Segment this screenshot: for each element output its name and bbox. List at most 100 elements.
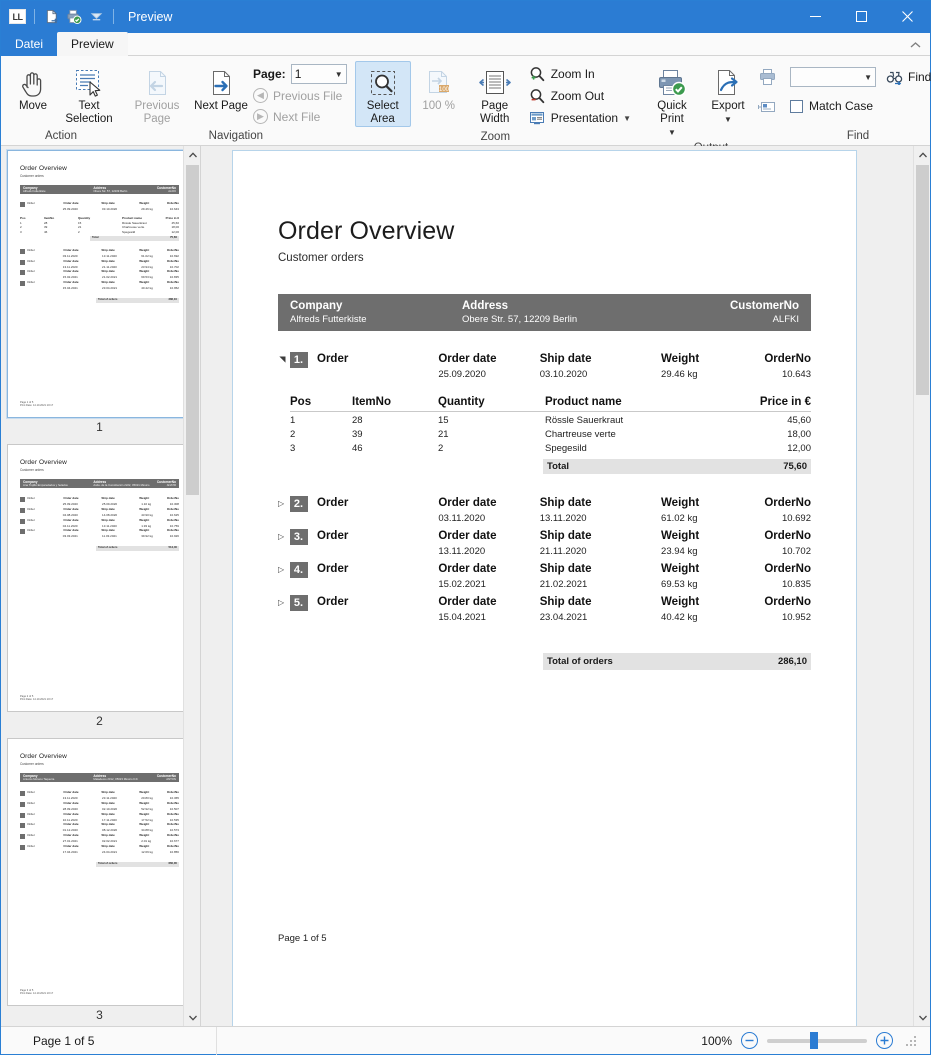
chevron-down-icon: ▼	[864, 72, 872, 82]
text-selection-button[interactable]: Text Selection	[61, 61, 117, 127]
zoom-slider[interactable]	[767, 1032, 867, 1049]
pos-header: Pos	[290, 396, 312, 408]
close-button[interactable]	[884, 1, 930, 32]
select-area-button[interactable]: Select Area	[354, 61, 411, 127]
chevron-down-icon[interactable]: ▼	[724, 113, 732, 126]
quick-access-toolbar: LL Preview	[1, 8, 172, 26]
scroll-down-icon[interactable]	[914, 1009, 930, 1026]
page-sheet[interactable]: Order Overview Customer orders Company A…	[232, 150, 857, 1026]
print-icon[interactable]	[756, 67, 778, 87]
page-width-button-label: Page Width	[479, 100, 510, 125]
next-page-button[interactable]: Next Page	[189, 61, 253, 114]
thumbnail-page-1[interactable]: Order Overview Customer orders Company Al…	[7, 150, 192, 418]
expand-triangle-icon[interactable]	[278, 496, 290, 508]
order-date-value: 25.09.2020	[438, 369, 486, 380]
find-button[interactable]: Find	[884, 66, 931, 88]
thumbnail-page-2[interactable]: Order Overview Customer orders Company An…	[7, 444, 192, 712]
ribbon-collapse-icon[interactable]	[906, 37, 924, 53]
ship-date-header: Ship date	[539, 563, 592, 575]
presentation-button[interactable]: Presentation ▼	[523, 107, 636, 129]
thumbnail-pane[interactable]: Order Overview Customer orders Company Al…	[1, 146, 201, 1026]
expand-triangle-icon[interactable]	[278, 562, 290, 574]
previous-page-icon	[142, 66, 172, 100]
thumbnail-item[interactable]: Order Overview Customer orders Company An…	[7, 444, 200, 728]
order-label: Order	[317, 596, 349, 608]
mini-order-values: 13.11.2020 23.11.2020 20.80 kg 10.365	[62, 796, 179, 801]
chevron-down-icon[interactable]: ▼	[668, 126, 676, 139]
preview-scrollbar-thumb[interactable]	[916, 165, 929, 395]
quick-print-button[interactable]: Quick Print ▼	[644, 61, 700, 140]
mini-order-badge	[20, 259, 26, 265]
order-date-header: Order date	[438, 497, 497, 509]
zoom-in-button[interactable]: Zoom In	[523, 63, 636, 85]
zoom-out-button[interactable]	[741, 1032, 758, 1049]
mini-address-value: Mataderos 2312, 05023 México D.F.	[93, 777, 139, 782]
tab-preview[interactable]: Preview	[57, 32, 128, 56]
page-number-combo[interactable]: 1 ▼	[290, 64, 347, 84]
zoom-out-button[interactable]: Zoom Out	[523, 85, 636, 107]
thumbnail-scrollbar[interactable]	[183, 146, 200, 1026]
mini-footer-date: Print Date: 14.10.2021 10:17	[20, 697, 54, 701]
find-input[interactable]: ▼	[790, 67, 876, 87]
order-label-cell: Order	[317, 562, 438, 577]
itemno-value: 28	[352, 415, 363, 426]
page-width-button[interactable]: Page Width	[467, 61, 523, 127]
next-file-button[interactable]: ▶ Next File	[253, 106, 347, 127]
mini-order-badge	[20, 834, 26, 840]
move-button[interactable]: Move	[5, 61, 61, 114]
weight-value: 69.53 kg	[661, 579, 698, 590]
expand-triangle-icon[interactable]	[278, 595, 290, 607]
resize-grip[interactable]	[904, 1034, 918, 1048]
mini-order-badge	[20, 281, 26, 287]
previous-file-button[interactable]: ◀ Previous File	[253, 85, 347, 106]
scroll-up-icon[interactable]	[184, 146, 200, 163]
weight-cell: Weight 29.46 kg	[661, 352, 764, 382]
thumbnail-item[interactable]: Order Overview Customer orders Company Al…	[7, 150, 200, 434]
order-row-collapsed[interactable]: 5. Order Order date 15.04.2021 Ship date…	[278, 595, 811, 625]
maximize-button[interactable]	[838, 1, 884, 32]
scroll-down-icon[interactable]	[184, 1009, 200, 1026]
preview-area[interactable]: Order Overview Customer orders Company A…	[201, 146, 930, 1026]
export-icon[interactable]	[43, 8, 61, 26]
customize-qat-dropdown-icon[interactable]	[87, 8, 105, 26]
mini-grand-total-row: Total of orders 660,00	[96, 860, 179, 867]
mini-customerno-value: ANATR	[166, 483, 176, 488]
tab-datei[interactable]: Datei	[1, 32, 58, 56]
match-case-row[interactable]: Match Case	[790, 95, 873, 117]
orderno-cell: OrderNo 10.702	[764, 529, 811, 559]
order-row-expanded[interactable]: 1. Order Order date 25.09.2020 Ship date…	[278, 352, 811, 382]
zoom-in-button[interactable]	[876, 1032, 893, 1049]
customer-company: Company Alfreds Futterkiste	[290, 299, 462, 326]
match-case-checkbox[interactable]	[790, 99, 803, 113]
quick-print-icon[interactable]	[65, 8, 83, 26]
order-row-collapsed[interactable]: 3. Order Order date 13.11.2020 Ship date…	[278, 529, 811, 559]
thumbnail-scrollbar-thumb[interactable]	[186, 165, 199, 495]
minimize-button[interactable]	[792, 1, 838, 32]
expand-triangle-icon[interactable]	[278, 529, 290, 541]
thumbnail-page-3[interactable]: Order Overview Customer orders Company An…	[7, 738, 192, 1006]
order-row-collapsed[interactable]: 4. Order Order date 15.02.2021 Ship date…	[278, 562, 811, 592]
mini-order-row: Order Order date Ship date Weight OrderNo	[20, 833, 179, 840]
preview-scrollbar[interactable]	[913, 146, 930, 1026]
order-row-collapsed[interactable]: 2. Order Order date 03.11.2020 Ship date…	[278, 496, 811, 526]
zoom-100-button[interactable]: 100 100 %	[411, 61, 467, 114]
select-area-icon	[368, 66, 398, 100]
chevron-down-icon[interactable]: ▼	[623, 114, 631, 123]
mini-title: Order Overview	[20, 753, 67, 760]
ship-date-cell: Ship date 13.11.2020	[540, 496, 661, 526]
quantity-value: 2	[438, 443, 444, 454]
pos-value: 1	[290, 415, 296, 426]
zoom-slider-handle[interactable]	[810, 1032, 818, 1049]
previous-page-button[interactable]: Previous Page	[125, 61, 189, 127]
expand-triangle-icon[interactable]	[278, 352, 290, 364]
customer-address: Address Obere Str. 57, 12209 Berlin	[462, 299, 730, 326]
company-value: Alfreds Futterkiste	[290, 314, 367, 325]
ribbon-group-navigation: Previous Page Next Page Page: 1 ▼ ◀ Prev…	[121, 58, 351, 144]
export-button-label: Export	[711, 100, 745, 112]
scroll-up-icon[interactable]	[914, 146, 930, 163]
address-value: Obere Str. 57, 12209 Berlin	[462, 314, 578, 325]
mini-footer-date: Print Date: 14.10.2021 10:17	[20, 991, 54, 995]
thumbnail-item[interactable]: Order Overview Customer orders Company An…	[7, 738, 200, 1022]
export-button[interactable]: Export ▼	[700, 61, 756, 127]
page-setup-icon[interactable]	[756, 97, 778, 117]
